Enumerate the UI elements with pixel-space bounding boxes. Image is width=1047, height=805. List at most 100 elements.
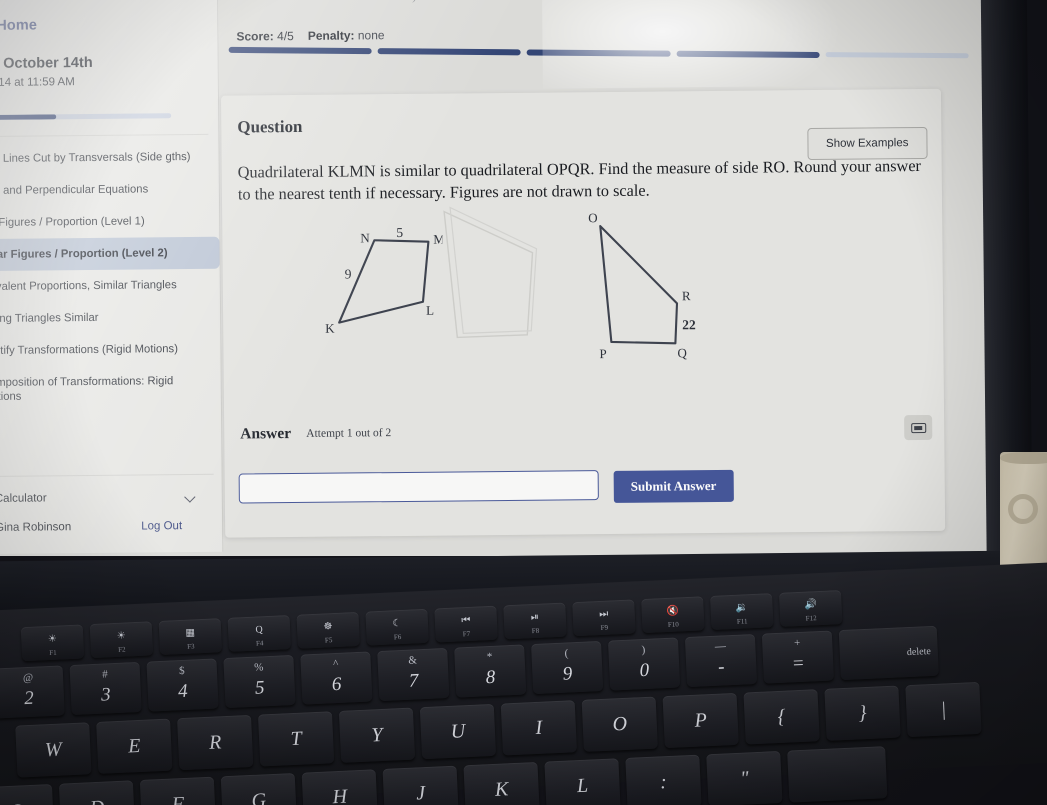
fn-key-F6[interactable]: ☾ F6 xyxy=(365,608,429,646)
toprow-key-5[interactable]: U xyxy=(419,703,497,760)
key-shift-glyph: ( xyxy=(564,647,569,660)
number-key-3[interactable]: #3 xyxy=(69,661,142,716)
toprow-key-7[interactable]: O xyxy=(581,696,658,752)
sidebar-topic-4[interactable]: quivalent Proportions, Similar Triangles xyxy=(0,269,220,303)
submit-answer-button[interactable]: Submit Answer xyxy=(613,469,734,503)
answer-input[interactable] xyxy=(238,470,599,504)
number-key-7[interactable]: & 7 xyxy=(377,647,450,702)
calculator-label: Calculator xyxy=(0,492,47,505)
progress-segment-2[interactable] xyxy=(377,48,522,56)
number-key--[interactable]: — - xyxy=(684,633,758,688)
assignment-progress-bar xyxy=(0,113,172,120)
fn-key-label: F6 xyxy=(393,633,402,642)
toprow-key-1[interactable]: E xyxy=(96,718,173,774)
browser-viewport: Home or October 14th er 14 at 11:59 AM %… xyxy=(0,0,988,574)
toprow-key-2[interactable]: R xyxy=(177,714,254,771)
fn-key-F1[interactable]: ☀ F1 xyxy=(20,624,85,662)
homerow-key-4[interactable]: H xyxy=(301,769,378,805)
keyboard-icon xyxy=(910,422,926,433)
key-shift-glyph: # xyxy=(101,668,109,681)
homerow-key-9[interactable]: " xyxy=(706,750,783,805)
number-key-=[interactable]: + = xyxy=(761,630,835,684)
figure-group: N M L K 5 9 O R Q P 22 xyxy=(238,206,930,374)
key-base-glyph: 8 xyxy=(485,666,496,688)
toprow-key-4[interactable]: Y xyxy=(338,707,416,763)
key-base-glyph: 0 xyxy=(639,659,650,681)
toprow-key-10[interactable]: } xyxy=(824,685,901,741)
fn-key-F8[interactable]: ⏯ F8 xyxy=(503,602,567,640)
sidebar-topic-1[interactable]: allel and Perpendicular Equations xyxy=(0,173,219,207)
fn-key-F7[interactable]: ⏮ F7 xyxy=(434,605,498,643)
number-key-4[interactable]: $4 xyxy=(146,658,219,712)
side-label-RQ: 22 xyxy=(682,317,696,332)
key-base-glyph: 3 xyxy=(100,683,112,706)
math-keyboard-button[interactable] xyxy=(904,414,933,441)
number-key-2[interactable]: @2 xyxy=(0,665,65,719)
score-value: 4/5 xyxy=(277,29,294,44)
key-base-glyph: = xyxy=(791,652,806,674)
toprow-key-6[interactable]: I xyxy=(500,700,577,756)
sidebar-topic-7[interactable]: Composition of Transformations: Rigid Mo… xyxy=(0,365,221,413)
label-vertex-O: O xyxy=(588,210,598,225)
progress-segment-3[interactable] xyxy=(527,49,671,57)
delete-key[interactable]: delete xyxy=(838,625,939,681)
progress-segment-1[interactable] xyxy=(228,46,372,55)
question-progress-bar[interactable] xyxy=(228,46,969,63)
fn-key-F10[interactable]: 🔇 F10 xyxy=(641,596,705,634)
progress-segment-4[interactable] xyxy=(676,50,820,59)
fn-key-label: F1 xyxy=(49,648,57,657)
number-key-9[interactable]: (9 xyxy=(531,640,604,695)
fn-key-F12[interactable]: 🔊 F12 xyxy=(778,590,843,627)
assignment-title: or October 14th xyxy=(0,54,93,72)
homerow-key-1[interactable]: D xyxy=(58,780,136,805)
number-key-8[interactable]: * 8 xyxy=(454,644,527,698)
toprow-key-0[interactable]: W xyxy=(15,722,92,778)
fn-key-glyph: ⏯ xyxy=(530,611,540,624)
label-vertex-Q: Q xyxy=(677,345,687,360)
fn-key-glyph: ⏭ xyxy=(599,608,609,620)
number-key-5[interactable]: % 5 xyxy=(223,654,296,709)
fn-key-F11[interactable]: 🔉 F11 xyxy=(710,593,774,630)
fn-key-label: F8 xyxy=(531,626,540,636)
homerow-key-5[interactable]: J xyxy=(382,765,459,805)
key-base-glyph: 9 xyxy=(562,662,573,685)
sidebar-topic-5[interactable]: roving Triangles Similar xyxy=(0,301,220,335)
side-label-NM: 5 xyxy=(396,225,403,240)
homerow-key-6[interactable]: K xyxy=(463,761,540,805)
toprow-key-3[interactable]: T xyxy=(257,711,335,767)
sidebar-home-link[interactable]: Home xyxy=(0,14,217,34)
key-shift-glyph: ) xyxy=(641,643,646,657)
homerow-key-3[interactable]: G xyxy=(220,772,298,805)
sidebar-topic-2[interactable]: ilar Figures / Proportion (Level 1) xyxy=(0,205,219,239)
homerow-key-2[interactable]: F xyxy=(139,776,217,805)
sidebar-item-calculator[interactable]: Calculator xyxy=(0,485,222,511)
homerow-key-10[interactable] xyxy=(787,746,888,803)
progress-segment-5[interactable] xyxy=(825,52,969,59)
toprow-key-11[interactable]: | xyxy=(905,681,982,738)
fn-key-F9[interactable]: ⏭ F9 xyxy=(572,599,636,637)
fn-key-glyph: ☸ xyxy=(323,621,333,633)
number-key-6[interactable]: ^ 6 xyxy=(300,651,373,705)
fn-key-label: F11 xyxy=(736,617,748,626)
clipped-top-text: ) xyxy=(412,0,416,4)
fn-key-glyph: ▦ xyxy=(185,627,196,639)
sidebar-topic-6[interactable]: dentify Transformations (Rigid Motions) xyxy=(0,333,221,367)
fn-key-F5[interactable]: ☸ F5 xyxy=(296,611,360,649)
key-shift-glyph: — xyxy=(714,640,727,653)
logout-link[interactable]: Log Out xyxy=(141,520,182,532)
assignment-progress-fill xyxy=(0,114,56,120)
fn-key-F2[interactable]: ☀ F2 xyxy=(89,621,154,659)
assignment-percent: % xyxy=(0,87,218,111)
homerow-key-8[interactable]: : xyxy=(625,754,702,805)
sidebar-topic-0[interactable]: allel Lines Cut by Transversals (Side gt… xyxy=(0,141,219,175)
fn-key-F4[interactable]: Q F4 xyxy=(227,615,292,652)
homerow-key-0[interactable]: S xyxy=(0,784,55,805)
number-key-0[interactable]: ) 0 xyxy=(607,637,681,691)
sidebar-topic-3[interactable]: milar Figures / Proportion (Level 2) xyxy=(0,236,220,272)
fn-key-glyph: ☀ xyxy=(116,630,126,642)
fn-key-F3[interactable]: ▦ F3 xyxy=(158,618,223,655)
fn-key-label: F5 xyxy=(324,636,333,645)
toprow-key-8[interactable]: P xyxy=(662,692,739,749)
toprow-key-9[interactable]: { xyxy=(743,689,820,745)
homerow-key-7[interactable]: L xyxy=(544,758,621,805)
